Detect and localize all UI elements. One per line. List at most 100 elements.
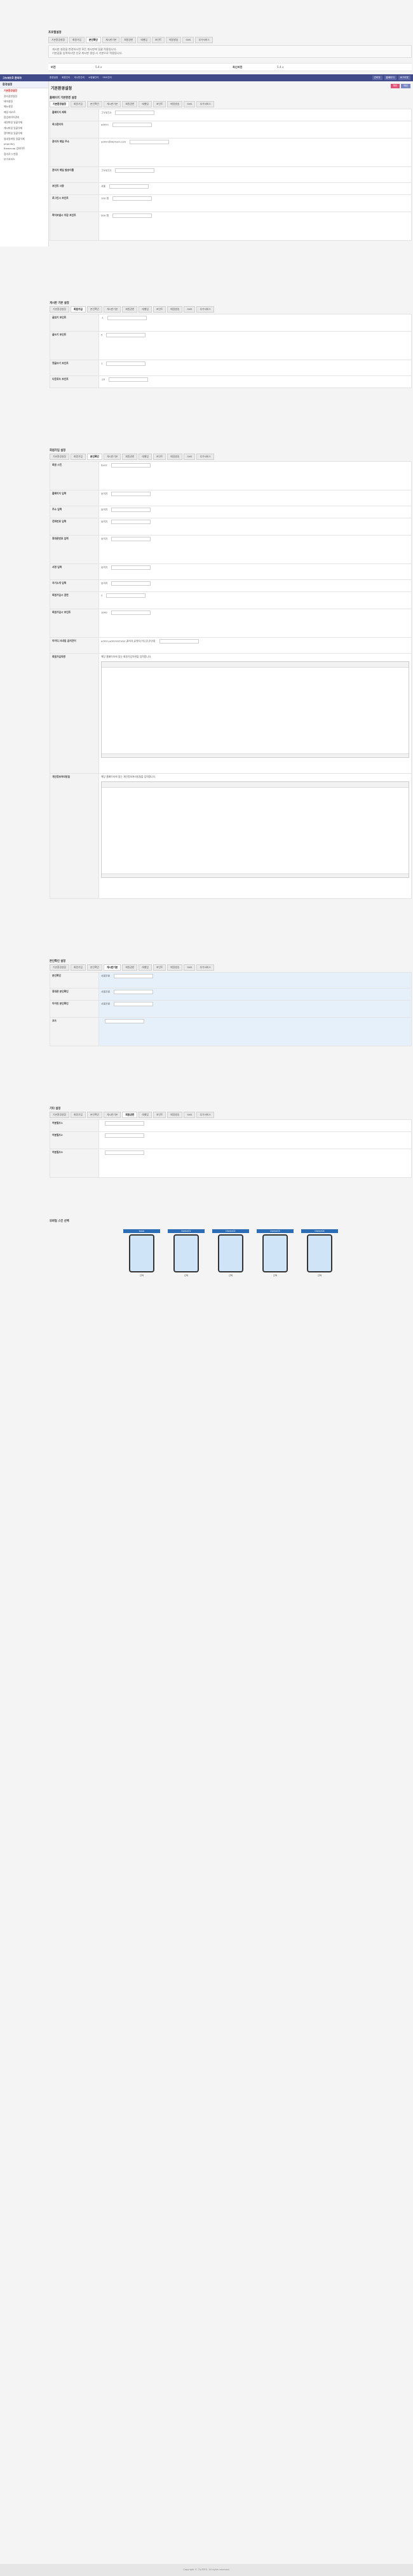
- section-tab-0-9[interactable]: 부가서비스: [196, 101, 214, 107]
- skin-card-3[interactable]: theme03 선택: [257, 1229, 294, 1277]
- setting-input[interactable]: [111, 610, 151, 615]
- section-tab-0-4[interactable]: 회원권한: [122, 101, 138, 107]
- setting-value[interactable]: 사용안함: [101, 974, 110, 978]
- text-editor[interactable]: [101, 661, 409, 758]
- home-button[interactable]: 메인: [401, 84, 410, 88]
- section-tab-3-9[interactable]: 부가서비스: [196, 964, 214, 971]
- section-tab-2-9[interactable]: 부가서비스: [196, 454, 214, 460]
- section-tab-2-2[interactable]: 본인확인: [86, 454, 102, 460]
- sidebar-item-13[interactable]: 부가서비스: [0, 157, 48, 162]
- skin-select-label[interactable]: 선택: [212, 1274, 249, 1277]
- section-tab-0-6[interactable]: 포인트: [152, 101, 166, 107]
- setting-value[interactable]: admin@domain.com: [101, 140, 126, 144]
- setting-value[interactable]: 1000: [101, 611, 107, 614]
- section-tab-1-4[interactable]: 회원권한: [122, 306, 138, 313]
- section-tab-0-7[interactable]: 메일발송: [167, 101, 183, 107]
- top-menu-item-4[interactable]: SMS관리: [103, 76, 112, 79]
- section-tab-0-8[interactable]: SMS: [184, 101, 196, 107]
- section-tab-4-4[interactable]: 회원권한: [122, 1112, 138, 1118]
- setting-input[interactable]: [111, 537, 151, 541]
- setting-value[interactable]: 보이기: [101, 508, 107, 511]
- setting-value[interactable]: 해당 홈페이지에 맞는 회원가입약관을 입력합니다.: [101, 655, 151, 658]
- section-tab-4-9[interactable]: 부가서비스: [196, 1112, 214, 1118]
- sidebar-item-12[interactable]: 접속로그 변환: [0, 152, 48, 157]
- setting-value[interactable]: 사용안함: [101, 1002, 110, 1006]
- sidebar-item-3[interactable]: 메뉴설정: [0, 104, 48, 109]
- section-tab-1-1[interactable]: 회원가입: [70, 306, 86, 313]
- setting-value[interactable]: 5: [101, 334, 102, 337]
- skin-select-label[interactable]: 선택: [257, 1274, 294, 1277]
- skin-card-1[interactable]: theme01 선택: [168, 1229, 205, 1277]
- skin-card-4[interactable]: theme04 선택: [301, 1229, 338, 1277]
- setting-input[interactable]: [106, 361, 146, 366]
- setting-input[interactable]: [113, 990, 153, 994]
- section-tab-3-8[interactable]: SMS: [184, 964, 196, 971]
- setting-value[interactable]: 1: [101, 362, 102, 365]
- setting-input[interactable]: [113, 1002, 153, 1006]
- editor-toolbar[interactable]: [102, 782, 409, 788]
- section-tab-2-5[interactable]: 레벨업: [139, 454, 152, 460]
- setting-value[interactable]: -1: [101, 316, 104, 320]
- top-menu-item-3[interactable]: 쇼핑몰관리: [88, 76, 99, 79]
- section-tab-1-6[interactable]: 포인트: [152, 306, 166, 313]
- section-tab-2-0[interactable]: 기본환경설정: [50, 454, 69, 460]
- section-tab-3-7[interactable]: 메일발송: [167, 964, 183, 971]
- top-right-link-0[interactable]: 관리자: [372, 76, 383, 80]
- sidebar-item-9[interactable]: 썸네일파일 일괄삭제: [0, 136, 48, 141]
- notice-tab-6[interactable]: 포인트: [151, 37, 165, 43]
- top-menu-item-0[interactable]: 환경설정: [50, 76, 58, 79]
- setting-value[interactable]: 500 점: [101, 214, 109, 217]
- section-tab-1-7[interactable]: 메일발송: [167, 306, 183, 313]
- notice-tab-2[interactable]: 본인확인: [85, 37, 101, 43]
- notice-tab-7[interactable]: 메일발송: [166, 37, 182, 43]
- sidebar-item-0[interactable]: 기본환경설정: [0, 88, 48, 93]
- setting-input[interactable]: [111, 581, 151, 586]
- section-tab-2-1[interactable]: 회원가입: [70, 454, 86, 460]
- skin-card-0[interactable]: basic 선택: [123, 1229, 160, 1277]
- sidebar-item-5[interactable]: 팝업레이어관리: [0, 115, 48, 120]
- section-tab-3-2[interactable]: 본인확인: [86, 964, 102, 971]
- setting-input[interactable]: [159, 639, 199, 644]
- section-tab-4-2[interactable]: 본인확인: [86, 1112, 102, 1118]
- notice-tab-4[interactable]: 회원권한: [121, 37, 137, 43]
- section-tab-0-5[interactable]: 레벨업: [139, 101, 152, 107]
- setting-input[interactable]: [107, 316, 147, 320]
- setting-value[interactable]: admin,administrator,관리자,운영자,어드민,주인장: [101, 640, 156, 643]
- notice-tab-5[interactable]: 레벨업: [137, 37, 151, 43]
- editor-toolbar[interactable]: [102, 662, 409, 668]
- setting-input[interactable]: [111, 565, 151, 570]
- section-tab-1-8[interactable]: SMS: [184, 306, 196, 313]
- section-tab-4-5[interactable]: 레벨업: [139, 1112, 152, 1118]
- setting-input[interactable]: [113, 974, 153, 978]
- section-tab-1-0[interactable]: 기본환경설정: [50, 306, 69, 313]
- setting-input[interactable]: [105, 1150, 144, 1155]
- setting-input[interactable]: [106, 593, 146, 598]
- section-tab-1-5[interactable]: 레벨업: [139, 306, 152, 313]
- sidebar-item-7[interactable]: 캐시파일 일괄삭제: [0, 126, 48, 131]
- sidebar-item-10[interactable]: phpinfo(): [0, 142, 48, 146]
- setting-value[interactable]: 사용안함: [101, 990, 110, 994]
- section-tab-0-0[interactable]: 기본환경설정: [50, 101, 69, 107]
- section-tab-4-3[interactable]: 게시판기본: [103, 1112, 121, 1118]
- section-tab-2-4[interactable]: 회원권한: [122, 454, 138, 460]
- sidebar-item-11[interactable]: Browscap 업데이트: [0, 146, 48, 151]
- section-tab-4-8[interactable]: SMS: [184, 1112, 196, 1118]
- notice-tab-9[interactable]: 부가서비스: [195, 37, 213, 43]
- sidebar-item-2[interactable]: 테마설정: [0, 99, 48, 104]
- section-tab-3-5[interactable]: 레벨업: [139, 964, 152, 971]
- setting-input[interactable]: [111, 463, 151, 468]
- text-editor[interactable]: [101, 781, 409, 878]
- notice-tab-8[interactable]: SMS: [182, 37, 194, 43]
- section-tab-1-2[interactable]: 본인확인: [86, 306, 102, 313]
- notice-tab-1[interactable]: 회원가입: [69, 37, 85, 43]
- sidebar-item-8[interactable]: 캡챠파일 일괄삭제: [0, 131, 48, 136]
- save-button[interactable]: 확인: [390, 84, 400, 88]
- setting-input[interactable]: [109, 184, 149, 189]
- sidebar-item-4[interactable]: 메일 테스트: [0, 110, 48, 115]
- section-tab-0-3[interactable]: 게시판기본: [103, 101, 121, 107]
- section-tab-3-0[interactable]: 기본환경설정: [50, 964, 69, 971]
- setting-value[interactable]: 보이기: [101, 566, 107, 569]
- setting-value[interactable]: -20: [101, 378, 105, 381]
- skin-select-label[interactable]: 선택: [123, 1274, 160, 1277]
- section-tab-0-2[interactable]: 본인확인: [86, 101, 102, 107]
